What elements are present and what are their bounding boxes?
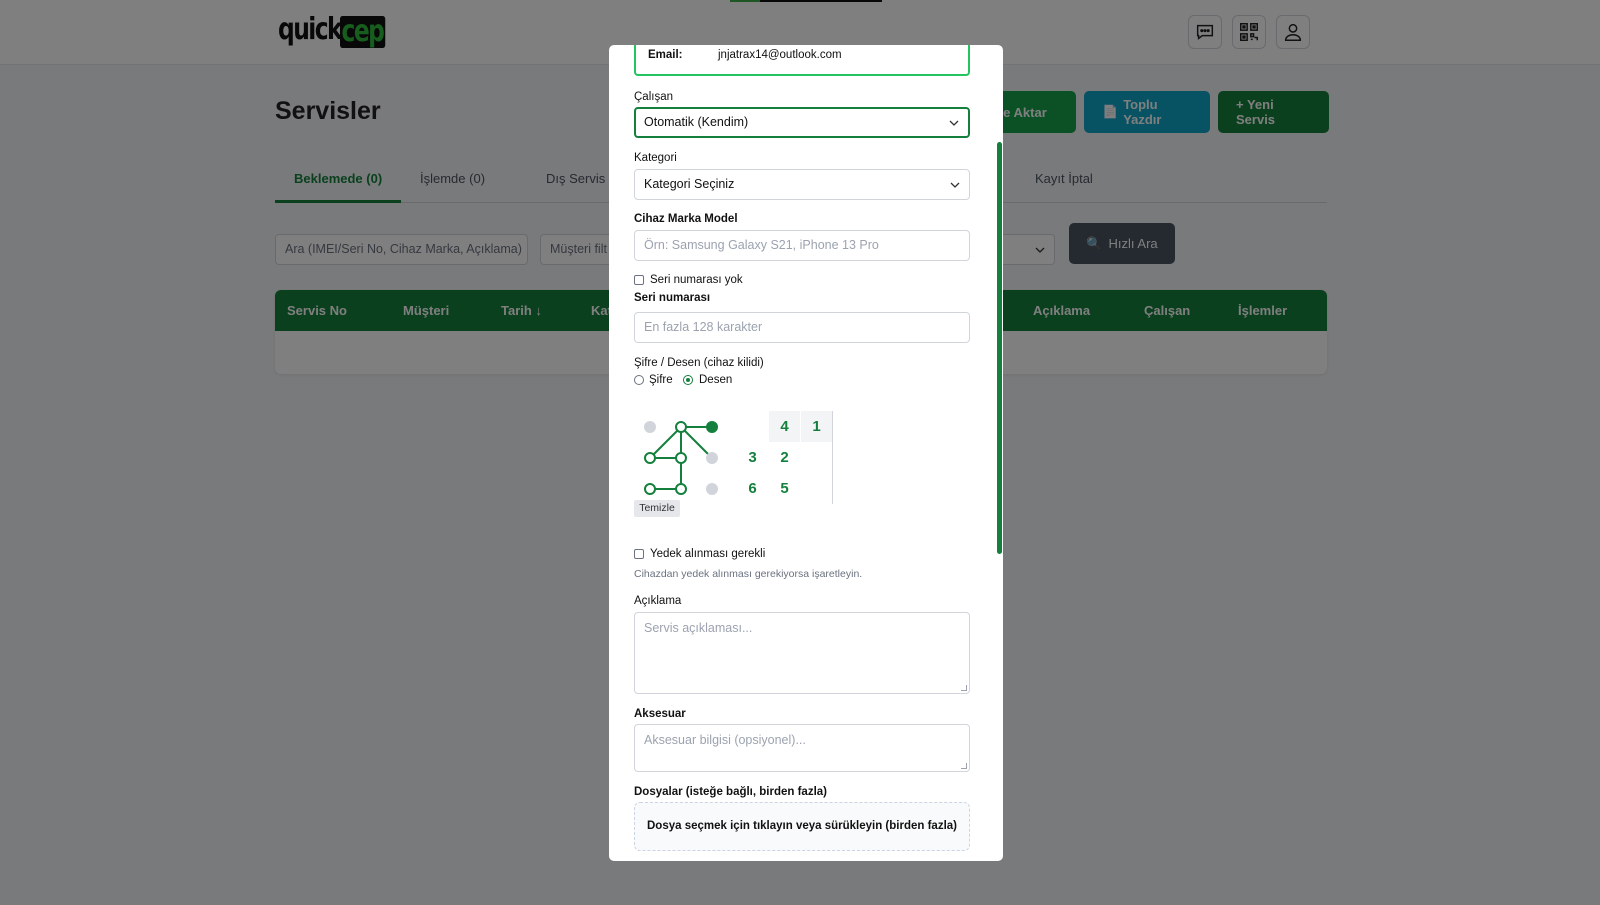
chevron-down-icon xyxy=(950,170,960,199)
description-textarea[interactable]: Servis açıklaması... xyxy=(634,612,970,694)
device-model-input[interactable]: Örn: Samsung Galaxy S21, iPhone 13 Pro xyxy=(634,230,970,261)
modal-scrollbar[interactable] xyxy=(997,142,1002,554)
pattern-order-cell: 6 xyxy=(748,480,757,497)
accessory-label: Aksesuar xyxy=(634,708,686,720)
pattern-dot[interactable] xyxy=(706,421,718,433)
employee-select[interactable]: Otomatik (Kendim) xyxy=(634,107,970,138)
pattern-dot[interactable] xyxy=(644,483,656,495)
pattern-option-label: Desen xyxy=(699,374,733,386)
chevron-down-icon xyxy=(949,109,959,136)
employee-label: Çalışan xyxy=(634,91,673,103)
backup-hint: Cihazdan yedek alınması gerekiyorsa işar… xyxy=(634,568,863,580)
pattern-dot[interactable] xyxy=(644,421,656,433)
pattern-order-cell: 3 xyxy=(748,449,757,466)
files-label: Dosyalar (isteğe bağlı, birden fazla) xyxy=(634,786,827,798)
category-select[interactable]: Kategori Seçiniz xyxy=(634,169,970,200)
pattern-order-cell: 2 xyxy=(780,449,789,466)
email-label: Email: xyxy=(648,49,683,61)
pattern-radio[interactable] xyxy=(683,375,693,385)
no-serial-label: Seri numarası yok xyxy=(650,274,743,286)
password-radio[interactable] xyxy=(634,375,644,385)
customer-email-box: Email: jnjatrax14@outlook.com xyxy=(634,45,970,76)
pattern-dot[interactable] xyxy=(675,452,687,464)
pattern-order-cell: 5 xyxy=(780,480,789,497)
pattern-dot[interactable] xyxy=(644,452,656,464)
pattern-order-cell xyxy=(737,411,768,442)
pattern-order-cell xyxy=(801,442,832,473)
backup-label: Yedek alınması gerekli xyxy=(650,548,766,560)
email-value: jnjatrax14@outlook.com xyxy=(718,49,842,61)
new-service-modal: Email: jnjatrax14@outlook.com Çalışan Ot… xyxy=(609,45,1003,861)
pattern-order-cell: 4 xyxy=(769,411,800,442)
accessory-textarea[interactable]: Aksesuar bilgisi (opsiyonel)... xyxy=(634,724,970,772)
pattern-dot[interactable] xyxy=(706,452,718,464)
device-model-label: Cihaz Marka Model xyxy=(634,213,738,225)
description-label: Açıklama xyxy=(634,595,682,607)
resize-handle-icon[interactable] xyxy=(961,685,967,691)
resize-handle-icon[interactable] xyxy=(961,763,967,769)
lock-label: Şifre / Desen (cihaz kilidi) xyxy=(634,357,764,369)
clear-pattern-button[interactable]: Temizle xyxy=(634,500,680,517)
pattern-dot[interactable] xyxy=(675,483,687,495)
no-serial-checkbox[interactable] xyxy=(634,275,644,285)
pattern-order-grid: 4 1 3 2 6 5 xyxy=(737,411,833,504)
pattern-order-cell: 1 xyxy=(801,411,832,442)
backup-checkbox[interactable] xyxy=(634,549,644,559)
pattern-dot[interactable] xyxy=(706,483,718,495)
unlock-pattern-grid[interactable] xyxy=(634,398,734,498)
serial-label: Seri numarası xyxy=(634,292,711,304)
category-label: Kategori xyxy=(634,152,677,164)
password-option-label: Şifre xyxy=(649,374,673,386)
serial-input[interactable]: En fazla 128 karakter xyxy=(634,312,970,343)
pattern-dot[interactable] xyxy=(675,421,687,433)
pattern-order-cell xyxy=(801,473,832,504)
file-dropzone[interactable]: Dosya seçmek için tıklayın veya sürükley… xyxy=(634,802,970,851)
